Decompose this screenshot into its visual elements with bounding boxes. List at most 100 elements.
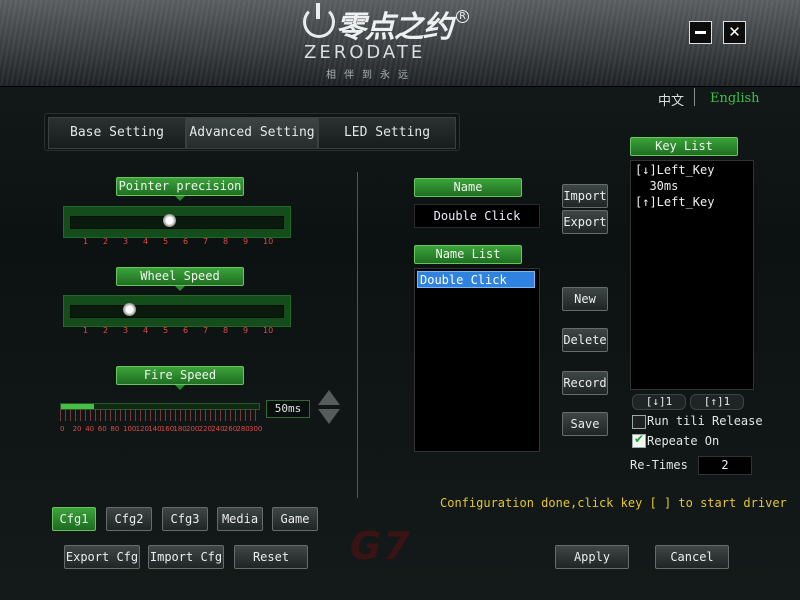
tick-label: 6	[183, 326, 189, 335]
tick-label: 1	[83, 326, 89, 335]
tick-label: 160	[160, 425, 175, 433]
fire-speed-scale	[60, 409, 258, 421]
decrease-arrow-icon[interactable]	[318, 409, 340, 424]
close-icon: ✕	[728, 23, 741, 41]
repeat-on-checkbox[interactable]	[632, 432, 646, 448]
pointer-precision-knob[interactable]	[163, 214, 176, 227]
tick-label: 120	[135, 425, 149, 433]
export-button[interactable]: Export	[562, 210, 608, 234]
minimize-button[interactable]	[689, 21, 712, 44]
tick-label: 260	[223, 425, 238, 433]
tick-label: 5	[163, 326, 169, 335]
tick-label: 8	[223, 237, 229, 246]
tab-base-setting[interactable]: Base Setting	[48, 117, 186, 149]
pointer-precision-label: Pointer precision	[116, 177, 244, 201]
tick-label: 3	[123, 326, 129, 335]
key-list[interactable]: [↓]Left_Key 30ms [↑]Left_Key	[630, 160, 754, 390]
g7-watermark: G7	[350, 524, 412, 568]
repeat-on-label: Repeate On	[647, 434, 720, 448]
tick-label: 80	[110, 425, 120, 433]
tick-label: 4	[143, 326, 149, 335]
tick-label: 280	[236, 425, 250, 433]
macro-name-list[interactable]: Double Click	[414, 268, 540, 452]
tick-label: 0	[60, 425, 65, 433]
config-tab-cfg2[interactable]: Cfg2	[106, 507, 152, 531]
logo-slogan: 相伴到永远	[326, 70, 416, 81]
config-tab-game[interactable]: Game	[272, 507, 318, 531]
fire-speed-value: 50ms	[266, 400, 310, 418]
wheel-speed-label: Wheel Speed	[116, 267, 244, 291]
slider-track	[70, 305, 284, 318]
new-button[interactable]: New	[562, 287, 608, 311]
tick-label: 3	[123, 237, 129, 246]
tick-label: 100	[123, 425, 137, 433]
tick-label: 2	[103, 326, 109, 335]
language-chinese-link[interactable]: 中文	[658, 90, 684, 109]
section-divider	[357, 172, 358, 498]
key-list-entry[interactable]: 30ms	[635, 179, 678, 193]
pointer-precision-slider[interactable]	[63, 206, 291, 238]
status-message: Configuration done,click key [ ] to star…	[440, 496, 787, 510]
tick-label: 40	[85, 425, 95, 433]
tick-label: 5	[163, 237, 169, 246]
tick-label: 10	[263, 326, 274, 335]
config-tab-cfg1[interactable]: Cfg1	[52, 507, 96, 531]
tick-label: 220	[198, 425, 212, 433]
key-list-entry[interactable]: [↑]Left_Key	[635, 195, 714, 209]
apply-button[interactable]: Apply	[555, 545, 629, 569]
record-button[interactable]: Record	[562, 371, 608, 395]
wheel-speed-slider[interactable]	[63, 295, 291, 327]
tick-label: 6	[183, 237, 189, 246]
tab-led-setting[interactable]: LED Setting	[318, 117, 456, 149]
pointer-precision-ticks: 1 2 3 4 5 6 7 8 9 10	[63, 237, 289, 249]
list-item[interactable]: Double Click	[417, 271, 535, 288]
tick-label: 7	[203, 326, 209, 335]
run-till-release-label: Run tili Release	[647, 414, 763, 428]
macro-name-field[interactable]: Double Click	[414, 204, 540, 228]
name-label: Name	[414, 178, 522, 197]
tick-label: 60	[97, 425, 107, 433]
run-till-release-checkbox[interactable]	[632, 415, 646, 429]
config-tab-cfg3[interactable]: Cfg3	[162, 507, 208, 531]
minimize-icon	[695, 31, 706, 34]
wheel-speed-knob[interactable]	[123, 303, 136, 316]
tick-label: 8	[223, 326, 229, 335]
logo-brand-name: ZERODATE	[304, 42, 426, 63]
language-english-link[interactable]: English	[710, 91, 760, 106]
fire-speed-label: Fire Speed	[116, 366, 244, 390]
language-divider	[694, 88, 695, 106]
key-up-button[interactable]: [↑]1	[690, 394, 744, 410]
tick-label: 180	[173, 425, 187, 433]
delete-button[interactable]: Delete	[562, 328, 608, 352]
import-cfg-button[interactable]: Import Cfg	[148, 545, 224, 569]
tick-label: 7	[203, 237, 209, 246]
wheel-speed-ticks: 1 2 3 4 5 6 7 8 9 10	[63, 326, 289, 338]
registered-mark: R	[456, 10, 469, 23]
key-down-button[interactable]: [↓]1	[632, 394, 686, 410]
logo-chinese-text: 零点之约	[336, 10, 453, 45]
close-button[interactable]: ✕	[723, 21, 746, 44]
slider-track	[70, 216, 284, 229]
tab-advanced-setting[interactable]: Advanced Setting	[186, 117, 318, 149]
retimes-input[interactable]: 2	[698, 456, 752, 475]
import-button[interactable]: Import	[562, 184, 608, 208]
config-tab-media[interactable]: Media	[217, 507, 263, 531]
tick-label: 10	[263, 237, 274, 246]
save-button[interactable]: Save	[562, 412, 608, 436]
tick-label: 140	[148, 425, 162, 433]
tick-label: 9	[243, 237, 249, 246]
increase-arrow-icon[interactable]	[318, 390, 340, 405]
tick-label: 200	[186, 425, 200, 433]
tick-label: 240	[211, 425, 225, 433]
tick-label: 9	[243, 326, 249, 335]
tick-label: 1	[83, 237, 89, 246]
export-cfg-button[interactable]: Export Cfg	[64, 545, 140, 569]
reset-button[interactable]: Reset	[234, 545, 308, 569]
key-list-entry[interactable]: [↓]Left_Key	[635, 163, 714, 177]
tick-label: 300	[249, 425, 263, 433]
cancel-button[interactable]: Cancel	[655, 545, 729, 569]
retimes-label: Re-Times	[630, 458, 688, 472]
name-list-label: Name List	[414, 245, 522, 264]
tick-label: 4	[143, 237, 149, 246]
tick-label: 20	[72, 425, 82, 433]
